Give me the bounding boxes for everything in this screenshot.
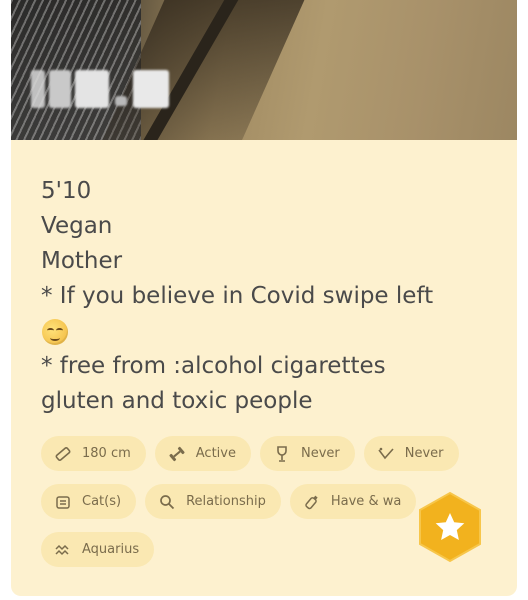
zodiac-icon <box>54 541 72 559</box>
bio-line-free-from: * free from :alcohol cigarettes <box>41 353 386 379</box>
smiling-emoji-icon <box>42 319 68 345</box>
bio-line-gluten: gluten and toxic people <box>41 388 313 414</box>
chip-drinking[interactable]: Never <box>259 436 355 471</box>
star-icon <box>419 491 481 563</box>
chip-label: 180 cm <box>82 446 131 461</box>
blurred-name <box>115 96 127 106</box>
bio-text: 5'10 Vegan Mother * If you believe in Co… <box>41 174 491 419</box>
profile-photo[interactable] <box>11 0 517 140</box>
chip-label: Active <box>195 446 236 461</box>
chip-looking-for[interactable]: Relationship <box>145 484 281 519</box>
super-like-button[interactable] <box>414 491 486 563</box>
chip-label: Cat(s) <box>82 494 122 509</box>
chip-zodiac[interactable]: Aquarius <box>41 532 155 567</box>
profile-screen: 5'10 Vegan Mother * If you believe in Co… <box>0 0 528 600</box>
blurred-name <box>75 70 109 108</box>
chip-label: Have & wa <box>330 494 402 509</box>
bio-line-diet: Vegan <box>41 213 113 239</box>
baby-bottle-icon <box>303 493 321 511</box>
smoking-icon <box>377 445 395 463</box>
chip-label: Never <box>300 446 340 461</box>
search-icon <box>158 493 176 511</box>
bio-line-family: Mother <box>41 248 123 274</box>
chip-smoking[interactable]: Never <box>363 436 459 471</box>
pet-icon <box>54 493 72 511</box>
chip-row: 180 cm Active Never Never <box>41 436 501 471</box>
chip-label: Aquarius <box>82 542 140 557</box>
blurred-name <box>133 70 169 108</box>
chip-pets[interactable]: Cat(s) <box>41 484 137 519</box>
wine-glass-icon <box>273 445 291 463</box>
dumbbell-icon <box>168 445 186 463</box>
ruler-icon <box>54 445 72 463</box>
chip-height[interactable]: 180 cm <box>41 436 146 471</box>
chip-label: Never <box>404 446 444 461</box>
bio-line-emoji <box>41 314 491 349</box>
blurred-name <box>49 70 71 108</box>
blurred-name <box>31 70 45 108</box>
chip-label: Relationship <box>186 494 266 509</box>
chip-exercise[interactable]: Active <box>154 436 251 471</box>
chip-kids[interactable]: Have & wa <box>289 484 417 519</box>
bio-line-covid: * If you believe in Covid swipe left <box>41 283 434 309</box>
bio-line-height: 5'10 <box>41 178 92 204</box>
